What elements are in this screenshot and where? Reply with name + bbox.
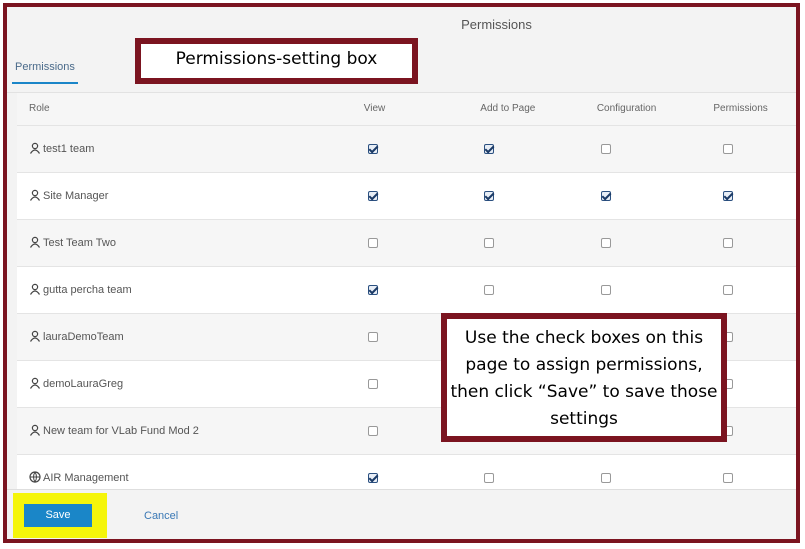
user-icon (29, 424, 41, 436)
dialog-footer: Save Cancel (7, 489, 796, 539)
role-name: gutta percha team (43, 284, 132, 296)
configuration-cell (585, 219, 702, 266)
configuration-checkbox[interactable] (600, 472, 611, 483)
role-cell: lauraDemoTeam (17, 313, 352, 360)
add-to-page-checkbox[interactable] (484, 237, 495, 248)
configuration-checkbox[interactable] (600, 190, 611, 201)
permissions-cell (701, 219, 796, 266)
globe-icon (29, 471, 41, 484)
view-checkbox[interactable] (367, 425, 378, 436)
permissions-cell (701, 266, 796, 313)
view-checkbox[interactable] (367, 472, 378, 483)
configuration-checkbox[interactable] (600, 284, 611, 295)
permissions-checkbox[interactable] (723, 143, 734, 154)
user-icon (29, 236, 41, 248)
save-button[interactable]: Save (24, 504, 92, 527)
view-checkbox[interactable] (367, 143, 378, 154)
callout-instructions: Use the check boxes on this page to assi… (441, 313, 727, 442)
configuration-cell (585, 454, 702, 489)
column-header-add-to-page: Add to Page (468, 93, 585, 125)
role-name: New team for VLab Fund Mod 2 (43, 425, 199, 437)
user-icon (29, 142, 41, 154)
permissions-checkbox[interactable] (723, 284, 734, 295)
role-cell: test1 team (17, 125, 352, 172)
view-cell (352, 266, 469, 313)
user-icon (29, 330, 41, 342)
view-checkbox[interactable] (367, 378, 378, 389)
tab-permissions[interactable]: Permissions (12, 55, 78, 84)
configuration-cell (585, 125, 702, 172)
role-cell: Site Manager (17, 172, 352, 219)
permissions-dialog: Permissions Permissions Role View Add to… (3, 3, 800, 543)
add-to-page-cell (468, 219, 585, 266)
role-name: demoLauraGreg (43, 378, 124, 390)
add-to-page-cell (468, 125, 585, 172)
configuration-checkbox[interactable] (600, 237, 611, 248)
role-cell: gutta percha team (17, 266, 352, 313)
role-name: AIR Management (43, 472, 129, 485)
role-cell: New team for VLab Fund Mod 2 (17, 407, 352, 454)
view-checkbox[interactable] (367, 284, 378, 295)
add-to-page-checkbox[interactable] (484, 284, 495, 295)
table-row: Site Manager (17, 172, 796, 219)
view-cell (352, 172, 469, 219)
add-to-page-checkbox[interactable] (484, 190, 495, 201)
callout-permissions-box: Permissions-setting box (135, 38, 418, 84)
user-icon (29, 283, 41, 295)
add-to-page-cell (468, 266, 585, 313)
configuration-checkbox[interactable] (600, 143, 611, 154)
column-header-role: Role (17, 93, 352, 125)
view-checkbox[interactable] (367, 190, 378, 201)
permissions-checkbox[interactable] (723, 472, 734, 483)
table-row: gutta percha team (17, 266, 796, 313)
column-header-permissions: Permissions (701, 93, 796, 125)
role-name: Site Manager (43, 190, 109, 202)
add-to-page-cell (468, 454, 585, 489)
table-row: test1 team (17, 125, 796, 172)
view-checkbox[interactable] (367, 237, 378, 248)
add-to-page-checkbox[interactable] (484, 143, 495, 154)
add-to-page-checkbox[interactable] (484, 472, 495, 483)
role-name: test1 team (43, 143, 95, 155)
permissions-cell (701, 125, 796, 172)
view-checkbox[interactable] (367, 331, 378, 342)
table-row: Test Team Two (17, 219, 796, 266)
user-icon (29, 189, 41, 201)
table-row: AIR Management (17, 454, 796, 489)
column-header-view: View (351, 93, 469, 125)
add-to-page-cell (468, 172, 585, 219)
view-cell (352, 454, 469, 489)
role-cell: Test Team Two (17, 219, 352, 266)
permissions-cell (701, 172, 796, 219)
column-header-configuration: Configuration (584, 93, 702, 125)
permissions-cell (701, 454, 796, 489)
role-name: Test Team Two (43, 237, 116, 249)
view-cell (352, 125, 469, 172)
user-icon (29, 377, 41, 389)
role-cell: demoLauraGreg (17, 360, 352, 407)
permissions-checkbox[interactable] (723, 190, 734, 201)
configuration-cell (585, 266, 702, 313)
role-cell: AIR Management (17, 454, 352, 489)
configuration-cell (585, 172, 702, 219)
table-header-row: Role View Add to Page Configuration Perm… (17, 93, 796, 125)
permissions-checkbox[interactable] (723, 237, 734, 248)
cancel-button[interactable]: Cancel (144, 510, 178, 522)
view-cell (352, 219, 469, 266)
role-name: lauraDemoTeam (43, 331, 124, 343)
